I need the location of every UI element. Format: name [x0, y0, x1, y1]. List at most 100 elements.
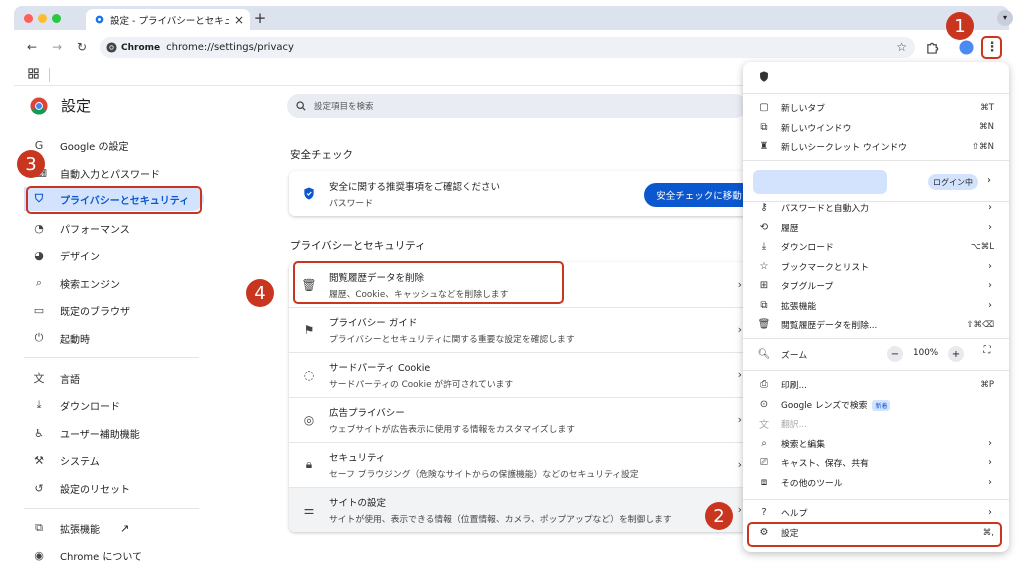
- settings-header: 設定: [30, 95, 91, 116]
- sidebar-item[interactable]: ⧉ 拡張機能 ↗: [24, 516, 204, 540]
- sidebar-item[interactable]: ◕ デザイン: [24, 243, 204, 267]
- search-icon: [296, 101, 306, 111]
- site-info-chip[interactable]: Chrome: [106, 42, 160, 53]
- address-bar[interactable]: Chrome chrome://settings/privacy ☆: [100, 37, 915, 58]
- gear-icon: [94, 14, 105, 25]
- search-placeholder: 設定項目を検索: [314, 102, 374, 112]
- privacy-section-heading: プライバシーとセキュリティ: [290, 240, 426, 252]
- tab-groups-icon: ⊞: [759, 280, 769, 291]
- reload-icon[interactable]: ↻: [74, 39, 90, 55]
- menu-item-label: その他のツール: [781, 478, 843, 489]
- minimize-window-icon[interactable]: [38, 14, 47, 23]
- menu-item[interactable]: ☆ ブックマークとリスト ›: [743, 257, 1009, 276]
- chrome-menu: ▢ 新しいタブ ⌘T ⧉ 新しいウインドウ ⌘N ♜ 新しいシークレット ウインドウ ⇧⌘N ロ…: [743, 62, 1009, 552]
- highlight-menu-button: [981, 36, 1002, 59]
- menu-item-label: 履歴: [781, 223, 799, 234]
- menu-item[interactable]: ⤓ ダウンロード ⌥⌘L: [743, 237, 1009, 256]
- privacy-setting-row[interactable]: ◌ サードパーティ Cookie サードパーティの Cookie が許可されています…: [289, 352, 749, 397]
- sidebar-item[interactable]: ⤓ ダウンロード: [24, 393, 204, 417]
- lens-icon: ⊙: [759, 398, 769, 410]
- wrench-icon: ⚒: [34, 453, 44, 467]
- go-to-safety-check-button[interactable]: 安全チェックに移動: [644, 183, 754, 207]
- sidebar-item-label: 自動入力とパスワード: [60, 169, 160, 181]
- privacy-setting-row[interactable]: ◎ 広告プライバシー ウェブサイトが広告表示に使用する情報をカスタマイズします ›: [289, 397, 749, 442]
- maximize-window-icon[interactable]: [52, 14, 61, 23]
- menu-shortcut: ⌘N: [979, 122, 994, 132]
- menu-item-label: ヘルプ: [781, 509, 808, 519]
- row-divider: [289, 487, 749, 488]
- sidebar-item[interactable]: ↺ 設定のリセット: [24, 476, 204, 500]
- menu-item[interactable]: ⊙ Google レンズで検索 新着: [743, 395, 1009, 414]
- menu-item[interactable]: ⚷ パスワードと自動入力 ›: [743, 198, 1009, 217]
- menu-item[interactable]: ⌕ 検索と編集 ›: [743, 434, 1009, 453]
- sidebar-item[interactable]: ⌨自動入力とパスワード: [24, 161, 204, 185]
- menu-item[interactable]: ⧉ 新しいウインドウ ⌘N: [743, 118, 1009, 137]
- sidebar-item-label: システム: [60, 456, 100, 468]
- guide-icon: ⚑: [303, 322, 315, 337]
- sidebar-item[interactable]: ◉ Chrome について: [24, 543, 204, 567]
- browser-window-icon: ▭: [33, 303, 45, 317]
- url-text[interactable]: chrome://settings/privacy: [166, 42, 294, 53]
- avatar[interactable]: [958, 39, 974, 55]
- privacy-setting-row[interactable]: ⚑ プライバシー ガイド プライバシーとセキュリティに関する重要な設定を確認します ›: [289, 307, 749, 352]
- print-icon: ⎙: [760, 379, 768, 390]
- menu-item[interactable]: ⊞ タブグループ ›: [743, 276, 1009, 295]
- menu-item-label: ブックマークとリスト: [781, 262, 869, 273]
- sidebar-item-label: ダウンロード: [60, 401, 120, 413]
- highlight-settings-item: [747, 522, 1002, 547]
- profile-name-pill: [753, 170, 887, 194]
- menu-item[interactable]: ⎙ 印刷... ⌘P: [743, 375, 1009, 394]
- sidebar-item[interactable]: ◔ パフォーマンス: [24, 216, 204, 240]
- chrome-icon: [106, 42, 117, 53]
- chevron-right-icon: ›: [988, 280, 992, 291]
- bookmark-star-icon[interactable]: ☆: [896, 40, 907, 54]
- tab-settings[interactable]: 設定 - プライバシーとセキュリティ ×: [86, 9, 250, 30]
- step-badge-2: 2: [705, 502, 733, 530]
- menu-item[interactable]: ? ヘルプ ›: [743, 503, 1009, 522]
- privacy-setting-row[interactable]: ⚌ サイトの設定 サイトが使用、表示できる情報（位置情報、カメラ、ポップアップなど）…: [289, 487, 749, 532]
- menu-item[interactable]: ⧈ その他のツール ›: [743, 473, 1009, 492]
- back-arrow-icon[interactable]: ←: [24, 39, 40, 55]
- settings-search-input[interactable]: 設定項目を検索: [287, 94, 747, 118]
- menu-item[interactable]: ⟲ 履歴 ›: [743, 218, 1009, 237]
- menu-item[interactable]: ♜ 新しいシークレット ウインドウ ⇧⌘N: [743, 137, 1009, 156]
- trash-icon: 🗑︎: [757, 319, 771, 330]
- menu-item[interactable]: ▢ 新しいタブ ⌘T: [743, 98, 1009, 117]
- menu-item-label: キャスト、保存、共有: [781, 459, 869, 469]
- forward-arrow-icon[interactable]: →: [49, 39, 65, 55]
- sidebar-item[interactable]: 文 言語: [24, 366, 204, 390]
- tab-strip: 設定 - プライバシーとセキュリティ × + ▾: [14, 6, 1013, 30]
- menu-item-label: ダウンロード: [781, 243, 834, 253]
- site-chip-label: Chrome: [121, 42, 161, 53]
- sidebar-item[interactable]: ⏻ 起動時: [24, 326, 204, 350]
- sidebar-item[interactable]: ⚒ システム: [24, 448, 204, 472]
- chevron-right-icon: ›: [988, 476, 992, 488]
- privacy-row-subtitle: サードパーティの Cookie が許可されています: [329, 379, 514, 390]
- extensions-puzzle-icon[interactable]: [924, 39, 940, 55]
- sidebar-item[interactable]: G Google の設定: [24, 133, 204, 157]
- row-divider: [289, 442, 749, 443]
- safety-check-subtitle: パスワード: [329, 198, 373, 209]
- sidebar-item[interactable]: ⌕ 検索エンジン: [24, 271, 204, 295]
- zoom-out-button[interactable]: −: [887, 346, 903, 362]
- browser-toolbar: ← → ↻ Chrome chrome://settings/privacy ☆…: [14, 30, 1009, 64]
- safety-check-card: 安全に関する推奨事項をご確認ください パスワード 安全チェックに移動: [289, 171, 754, 216]
- sidebar-item-label: ユーザー補助機能: [60, 429, 140, 441]
- menu-item[interactable]: ⎚ キャスト、保存、共有 ›: [743, 453, 1009, 472]
- sidebar-item[interactable]: ▭ 既定のブラウザ: [24, 298, 204, 322]
- fullscreen-icon[interactable]: ⛶: [979, 345, 995, 361]
- privacy-row-title: セキュリティ: [329, 452, 386, 464]
- shield-check-icon: [289, 187, 329, 200]
- zoom-in-button[interactable]: +: [948, 346, 964, 362]
- tab-close-icon[interactable]: ×: [234, 14, 244, 26]
- menu-item[interactable]: ⧉ 拡張機能 ›: [743, 296, 1009, 315]
- profile-row[interactable]: ログイン中 ›: [753, 170, 998, 194]
- privacy-setting-row[interactable]: 🔒︎ セキュリティ セーフ ブラウジング（危険なサイトからの保護機能）などのセキュリ…: [289, 442, 749, 487]
- menu-shortcut: ⌘T: [980, 102, 994, 113]
- apps-grid-icon[interactable]: [28, 68, 39, 79]
- new-tab-button[interactable]: +: [252, 10, 268, 26]
- close-window-icon[interactable]: [24, 14, 33, 23]
- tab-search-chevron-icon[interactable]: ▾: [997, 10, 1013, 26]
- menu-item[interactable]: 🗑︎ 閲覧履歴データを削除... ⇧⌘⌫: [743, 315, 1009, 334]
- sidebar-item[interactable]: ♿ ユーザー補助機能: [24, 421, 204, 445]
